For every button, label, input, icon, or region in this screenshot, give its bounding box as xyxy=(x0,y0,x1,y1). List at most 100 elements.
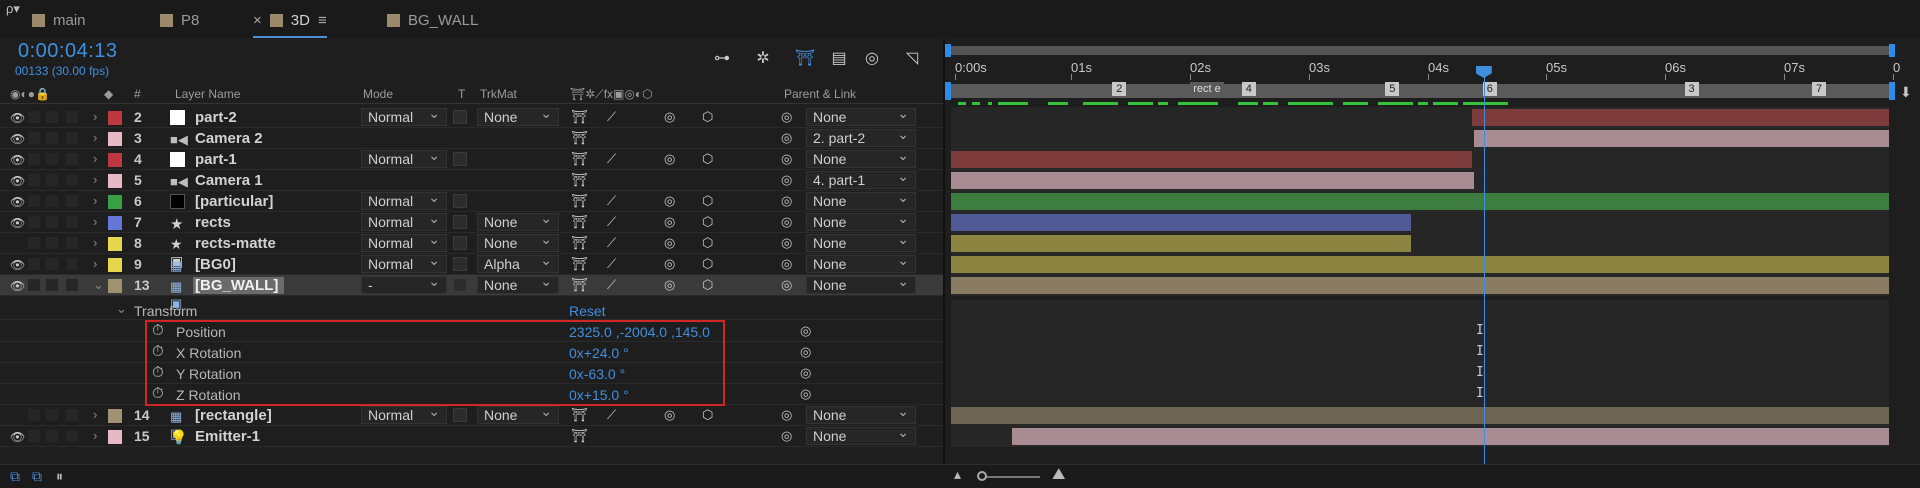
tab-main[interactable]: main xyxy=(32,8,86,32)
zoom-in-icon[interactable]: ⛰ xyxy=(1052,466,1065,484)
zoom-out-icon[interactable]: ▴ xyxy=(954,466,961,483)
audio-toggle[interactable] xyxy=(28,132,40,144)
quality-switch-icon[interactable]: ⟋ xyxy=(607,256,616,272)
panel-divider[interactable] xyxy=(943,38,945,464)
layer-row[interactable]: 👁 › 3 ■◀ Camera 2 ⛩ ◎ 2. part-2 xyxy=(0,126,945,149)
comp-marker[interactable]: rect e xyxy=(1190,82,1224,96)
blend-mode-dropdown[interactable]: Normal xyxy=(361,189,447,210)
motion-blur-icon[interactable]: ◎ xyxy=(861,48,883,70)
blend-mode-dropdown[interactable]: Normal xyxy=(361,105,447,126)
quality-switch-icon[interactable]: ⟋ xyxy=(607,407,616,423)
lock-toggle[interactable] xyxy=(66,258,78,270)
eye-icon[interactable]: 👁 xyxy=(10,216,25,230)
parent-dropdown[interactable]: None xyxy=(806,210,916,231)
layer-duration-bar[interactable] xyxy=(951,172,1475,189)
layer-duration-bar[interactable] xyxy=(1011,428,1889,445)
layer-name[interactable]: [rectangle] xyxy=(195,407,272,424)
layer-row[interactable]: 👁 › 6 [particular] Normal ⛩ ⟋ ◎ ⬡ ◎ None xyxy=(0,189,945,212)
eye-icon[interactable]: 👁 xyxy=(10,258,25,272)
audio-toggle[interactable] xyxy=(28,216,40,228)
audio-toggle[interactable] xyxy=(28,111,40,123)
motion-blur-switch-icon[interactable]: ◎ xyxy=(664,151,675,167)
pick-whip-icon[interactable]: ◎ xyxy=(781,235,792,251)
col-layer-name[interactable]: Layer Name xyxy=(175,87,240,101)
3d-layer-switch-icon[interactable]: ⬡ xyxy=(702,151,713,167)
close-icon[interactable]: × xyxy=(253,12,262,29)
pick-whip-icon[interactable]: ◎ xyxy=(781,109,792,125)
work-area-bar[interactable] xyxy=(951,84,1889,98)
layer-duration-bar[interactable] xyxy=(951,151,1472,168)
comp-marker[interactable]: 7 xyxy=(1812,82,1827,96)
motion-blur-switch-icon[interactable]: ◎ xyxy=(664,407,675,423)
3d-layer-switch-icon[interactable]: ⬡ xyxy=(702,407,713,423)
layer-name[interactable]: [BG_WALL] xyxy=(193,277,285,294)
tab-p8[interactable]: P8 xyxy=(160,8,199,32)
quality-switch-icon[interactable]: ⟋ xyxy=(607,214,616,230)
zoom-slider[interactable] xyxy=(980,476,1040,478)
solo-toggle[interactable] xyxy=(46,111,58,123)
pick-whip-icon[interactable]: ◎ xyxy=(781,256,792,272)
parent-dropdown[interactable]: None xyxy=(806,147,916,168)
layer-row[interactable]: 👁 › 7 ★ rects Normal None ⛩ ⟋ ◎ ⬡ ◎ None xyxy=(0,210,945,233)
3d-layer-switch-icon[interactable]: ⬡ xyxy=(702,193,713,209)
frame-blending-icon[interactable]: ▤ xyxy=(828,48,850,70)
pick-whip-icon[interactable]: ◎ xyxy=(781,277,792,293)
label-color-swatch[interactable] xyxy=(108,195,122,209)
audio-toggle[interactable] xyxy=(28,237,40,249)
motion-blur-switch-icon[interactable]: ◎ xyxy=(664,193,675,209)
layer-duration-bar[interactable] xyxy=(951,407,1889,424)
track-matte-dropdown[interactable]: None xyxy=(477,273,559,294)
preserve-transparency-toggle[interactable] xyxy=(453,408,467,422)
layer-row[interactable]: 👁 › 4 part-1 Normal ⛩ ⟋ ◎ ⬡ ◎ None xyxy=(0,147,945,170)
preserve-transparency-toggle[interactable] xyxy=(453,110,467,124)
lock-toggle[interactable] xyxy=(66,409,78,421)
motion-blur-switch-icon[interactable]: ◎ xyxy=(664,235,675,251)
solo-toggle[interactable] xyxy=(46,279,58,291)
pick-whip-icon[interactable]: ◎ xyxy=(800,386,811,402)
3d-layer-switch-icon[interactable]: ⬡ xyxy=(702,109,713,125)
keyframe-indicator-icon[interactable]: I xyxy=(1476,365,1484,380)
chevron-down-icon[interactable]: ⌄ xyxy=(93,277,104,293)
blend-mode-dropdown[interactable]: Normal xyxy=(361,231,447,252)
shy-switch-icon[interactable]: ⛩ xyxy=(571,109,588,125)
pick-whip-icon[interactable]: ◎ xyxy=(781,214,792,230)
chevron-right-icon[interactable]: › xyxy=(93,130,97,145)
draft-3d-icon[interactable]: ✲ xyxy=(752,48,774,70)
parent-dropdown[interactable]: None xyxy=(806,189,916,210)
solo-toggle[interactable] xyxy=(46,195,58,207)
chevron-right-icon[interactable]: › xyxy=(93,235,97,250)
audio-toggle[interactable] xyxy=(28,409,40,421)
eye-icon[interactable]: 👁 xyxy=(10,279,25,293)
blend-mode-dropdown[interactable]: Normal xyxy=(361,252,447,273)
layer-duration-bar[interactable] xyxy=(951,235,1411,252)
solo-toggle[interactable] xyxy=(46,258,58,270)
transform-reset-link[interactable]: Reset xyxy=(569,303,606,319)
layer-duration-bar[interactable] xyxy=(951,277,1889,294)
solo-toggle[interactable] xyxy=(46,174,58,186)
lock-toggle[interactable] xyxy=(66,216,78,228)
3d-layer-switch-icon[interactable]: ⬡ xyxy=(702,235,713,251)
parent-dropdown[interactable]: 2. part-2 xyxy=(806,126,916,147)
chevron-right-icon[interactable]: › xyxy=(93,172,97,187)
parent-dropdown[interactable]: None xyxy=(806,252,916,273)
parent-dropdown[interactable]: None xyxy=(806,403,916,424)
nav-end-handle[interactable] xyxy=(1889,44,1895,57)
preserve-transparency-toggle[interactable] xyxy=(453,278,467,292)
zoom-slider-knob[interactable] xyxy=(977,471,987,481)
layer-name[interactable]: Camera 1 xyxy=(195,172,263,189)
layer-name[interactable]: part-1 xyxy=(195,151,237,168)
label-color-swatch[interactable] xyxy=(108,258,122,272)
chevron-right-icon[interactable]: › xyxy=(93,109,97,124)
comp-marker[interactable]: 5 xyxy=(1385,82,1400,96)
comp-flowchart-icon[interactable]: ⊶ xyxy=(711,48,733,70)
pick-whip-icon[interactable]: ◎ xyxy=(800,344,811,360)
keyframe-indicator-icon[interactable]: I xyxy=(1476,323,1484,338)
solo-toggle[interactable] xyxy=(46,153,58,165)
audio-toggle[interactable] xyxy=(28,153,40,165)
tab-bg-wall[interactable]: BG_WALL xyxy=(387,8,478,32)
lock-toggle[interactable] xyxy=(66,153,78,165)
time-navigator[interactable] xyxy=(951,46,1889,55)
keyframe-indicator-icon[interactable]: I xyxy=(1476,386,1484,401)
motion-blur-switch-icon[interactable]: ◎ xyxy=(664,256,675,272)
pick-whip-icon[interactable]: ◎ xyxy=(800,323,811,339)
